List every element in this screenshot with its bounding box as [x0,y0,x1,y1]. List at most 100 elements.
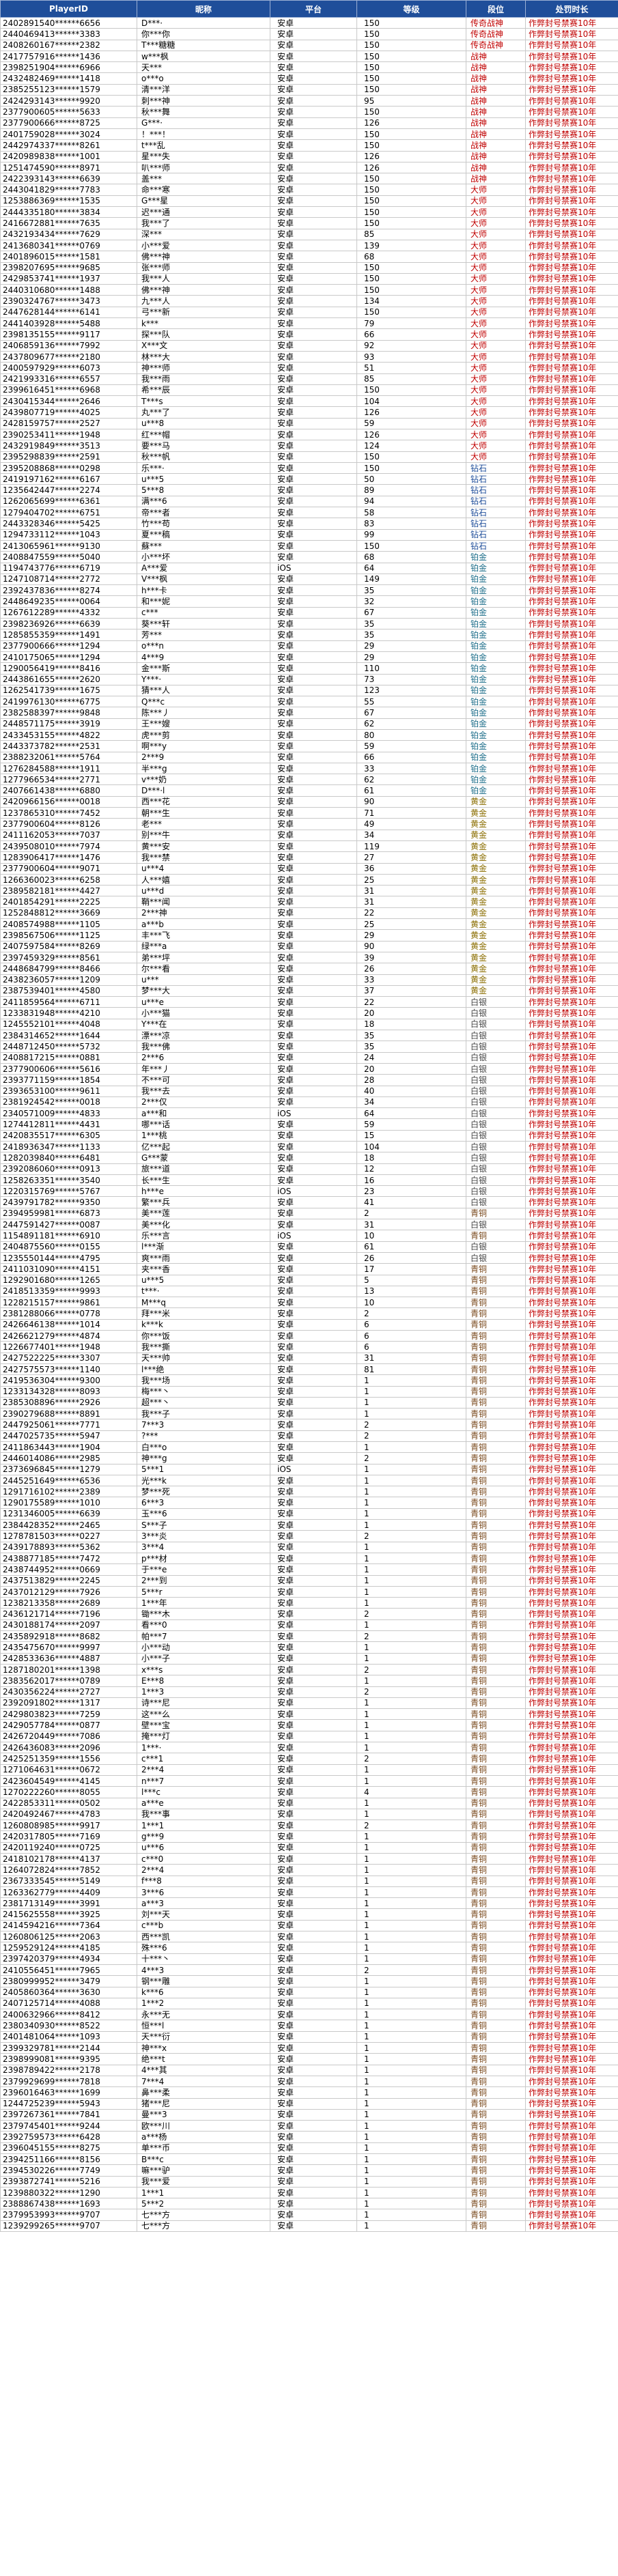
cell-nickname: 4***3 [137,1964,270,1977]
cell-level: 18 [356,1152,466,1164]
cell-platform: 安卓 [270,39,357,51]
cell-player-id: 2390324767******3473 [0,295,137,307]
table-row: 2439508010******7974 黄***安 安卓 119 黄金 作弊封号禁赛10… [0,840,618,853]
cell-nickname: 6***3 [137,1497,270,1509]
cell-rank: 战神 [466,106,526,118]
cell-nickname: 七***方 [137,2220,270,2233]
cell-rank: 青铜 [466,1419,526,1431]
cell-player-id: 1253886369******1535 [0,195,137,208]
table-row: 1278781503******0227 3***炎 安卓 2 青铜 作弊封号禁赛10年 [0,1530,618,1542]
cell-platform: 安卓 [270,1129,357,1142]
cell-rank: 青铜 [466,1574,526,1587]
cell-player-id: 2442974337******8261 [0,139,137,152]
cell-player-id: 2448712450******5732 [0,1041,137,1053]
cell-penalty: 作弊封号禁赛10年 [525,1619,618,1632]
cell-penalty: 作弊封号禁赛10年 [525,1719,618,1731]
cell-nickname: 我***雨 [137,373,270,385]
cell-platform: 安卓 [270,1363,357,1376]
cell-nickname: 神***师 [137,362,270,374]
cell-penalty: 作弊封号禁赛10年 [525,72,618,85]
cell-platform: 安卓 [270,1241,357,1253]
table-row: 2420119240******0725 u***6 安卓 1 青铜 作弊封号禁赛10年 [0,1841,618,1854]
cell-level: 1 [356,1875,466,1887]
cell-player-id: 2394959981******6873 [0,1207,137,1220]
table-row: 2448712450******5732 我***佛 安卓 35 白银 作弊封号禁赛10年 [0,1041,618,1053]
cell-level: 64 [356,1107,466,1120]
cell-player-id: 1239880322******1290 [0,2186,137,2199]
cell-platform: 安卓 [270,1062,357,1075]
table-row: 2398251904******6966 天*** 安卓 150 战神 作弊封号禁赛10年 [0,61,618,74]
cell-platform: 安卓 [270,1585,357,1598]
cell-rank: 大师 [466,306,526,319]
cell-platform: 安卓 [270,1497,357,1509]
cell-player-id: 2377900604******8126 [0,818,137,830]
cell-level: 1 [356,2220,466,2233]
cell-level: 2 [356,1307,466,1320]
cell-level: 126 [356,161,466,174]
cell-nickname: k***k [137,1318,270,1331]
cell-rank: 铂金 [466,562,526,574]
table-row: 1271064631******0672 2***4 安卓 1 青铜 作弊封号禁赛10年 [0,1764,618,1776]
cell-rank: 白银 [466,1074,526,1086]
table-row: 2442974337******8261 t***乱 安卓 150 战神 作弊封号禁赛10… [0,139,618,152]
cell-platform: 安卓 [270,295,357,307]
cell-penalty: 作弊封号禁赛10年 [525,1441,618,1454]
cell-rank: 大师 [466,251,526,263]
cell-rank: 青铜 [466,1686,526,1698]
cell-platform: 安卓 [270,1886,357,1899]
cell-level: 67 [356,606,466,619]
table-row: 1294733112******1043 夏***稿 安卓 99 钻石 作弊封号禁赛10年 [0,528,618,541]
cell-penalty: 作弊封号禁赛10年 [525,1875,618,1887]
cell-nickname: k*** [137,317,270,330]
cell-penalty: 作弊封号禁赛10年 [525,106,618,118]
cell-platform: 安卓 [270,707,357,719]
cell-penalty: 作弊封号禁赛10年 [525,696,618,708]
cell-rank: 青铜 [466,1274,526,1286]
cell-penalty: 作弊封号禁赛10年 [525,1318,618,1331]
table-row: 2429057784******0877 壁***宝 安卓 1 青铜 作弊封号禁赛10年 [0,1719,618,1731]
cell-level: 83 [356,518,466,530]
cell-level: 32 [356,595,466,608]
cell-player-id: 2404875560******0155 [0,1241,137,1253]
cell-nickname: 虎***剪 [137,728,270,741]
cell-penalty: 作弊封号禁赛10年 [525,61,618,74]
table-row: 2384428352******2465 S***子 安卓 1 青铜 作弊封号禁赛10年 [0,1519,618,1531]
table-row: 2438877185******7472 p***材 安卓 1 青铜 作弊封号禁赛10年 [0,1552,618,1565]
cell-level: 64 [356,562,466,574]
cell-nickname: f***8 [137,1875,270,1887]
cell-nickname: 玉***6 [137,1508,270,1520]
cell-rank: 青铜 [466,1786,526,1798]
cell-platform: 安卓 [270,350,357,363]
cell-level: 1 [356,1897,466,1910]
cell-rank: 战神 [466,50,526,63]
cell-nickname: 7***3 [137,1419,270,1431]
cell-penalty: 作弊封号禁赛10年 [525,1997,618,2010]
cell-level: 1 [356,1474,466,1487]
cell-player-id: 2420119240******0725 [0,1841,137,1854]
table-row: 2447025735******5947 ?*** 安卓 2 青铜 作弊封号禁赛10年 [0,1430,618,1443]
cell-rank: 青铜 [466,2142,526,2155]
cell-nickname: 1***桃 [137,1129,270,1142]
header-row: PlayerID 昵称 平台 等级 段位 处罚时长 [0,0,618,18]
cell-penalty: 作弊封号禁赛10年 [525,2030,618,2043]
cell-penalty: 作弊封号禁赛10年 [525,807,618,819]
cell-level: 1 [356,2030,466,2043]
table-row: 2443861655******2620 Y***· 安卓 73 铂金 作弊封号禁赛10年 [0,673,618,685]
cell-nickname: 2***到 [137,1574,270,1587]
cell-nickname: 丰***飞 [137,929,270,942]
cell-rank: 白银 [466,1041,526,1053]
cell-rank: 青铜 [466,1630,526,1643]
cell-nickname: 天***帅 [137,1352,270,1364]
cell-player-id: 2377900604******9071 [0,862,137,875]
cell-rank: 青铜 [466,2064,526,2076]
cell-player-id: 2435892918******8682 [0,1630,137,1643]
cell-level: 150 [356,28,466,40]
cell-nickname: 小***坏 [137,551,270,563]
cell-penalty: 作弊封号禁赛10年 [525,306,618,319]
cell-nickname: 长***生 [137,1174,270,1187]
cell-nickname: 九***人 [137,295,270,307]
table-row: 2418102178******4137 c***0 安卓 1 青铜 作弊封号禁赛10年 [0,1852,618,1865]
cell-level: 1 [356,1497,466,1509]
cell-nickname: 天*** [137,61,270,74]
cell-nickname: 人***嬉 [137,873,270,886]
